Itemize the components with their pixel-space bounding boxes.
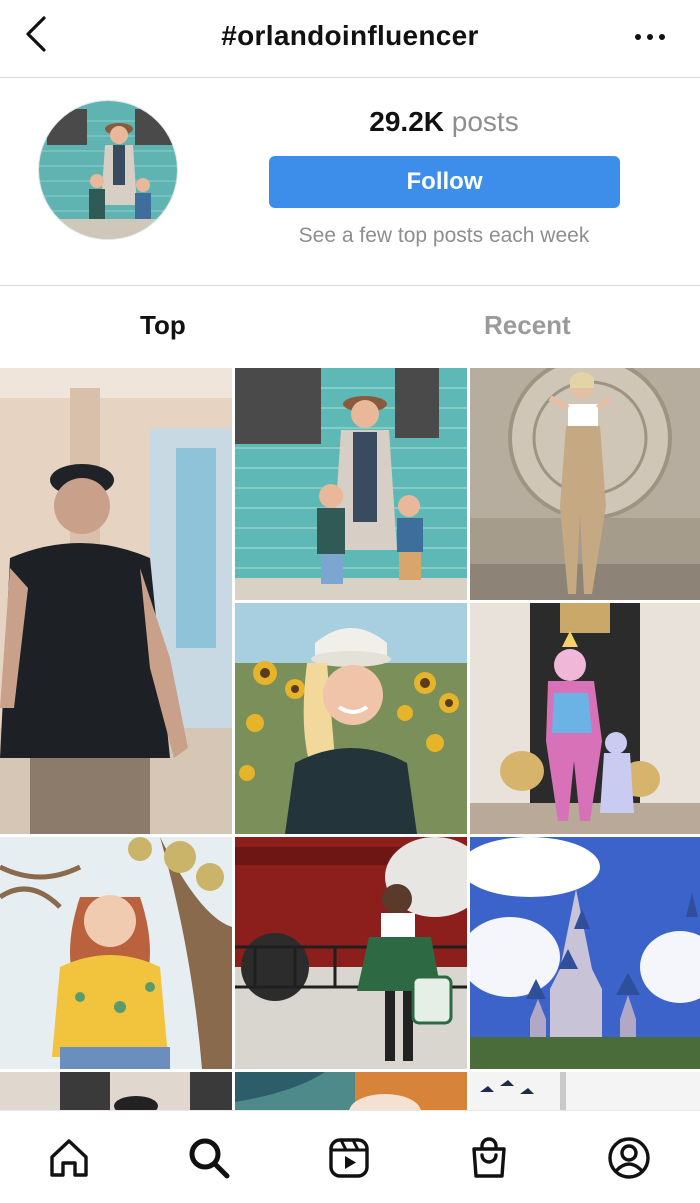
- home-icon: [50, 1139, 88, 1177]
- search-icon: [189, 1138, 230, 1179]
- post-image: [235, 368, 467, 600]
- post-image: [0, 1072, 232, 1110]
- nav-home[interactable]: [46, 1135, 92, 1181]
- nav-reels[interactable]: [326, 1135, 372, 1181]
- top-bar: #orlandoinfluencer: [0, 0, 700, 78]
- profile-icon: [608, 1137, 650, 1179]
- hashtag-profile: 29.2K posts Follow See a few top posts e…: [0, 78, 700, 286]
- tab-recent[interactable]: Recent: [484, 310, 571, 341]
- post-count: 29.2K posts: [268, 106, 620, 138]
- nav-shop[interactable]: [466, 1135, 512, 1181]
- more-options-button[interactable]: [630, 22, 670, 52]
- post-count-unit: posts: [451, 106, 519, 137]
- nav-search[interactable]: [186, 1135, 232, 1181]
- grid-post-9[interactable]: [0, 1072, 232, 1110]
- post-image: [470, 368, 700, 600]
- post-image: [0, 837, 232, 1069]
- shop-icon: [472, 1137, 506, 1178]
- grid-post-5[interactable]: [470, 603, 700, 834]
- follow-note: See a few top posts each week: [298, 224, 590, 247]
- post-image: [470, 1072, 700, 1110]
- reel-icon: [22, 766, 232, 834]
- reels-icon: [329, 1138, 369, 1178]
- page-title: #orlandoinfluencer: [221, 20, 479, 51]
- post-tabs: Top Recent: [0, 286, 700, 366]
- bottom-navigation: [0, 1110, 700, 1203]
- post-image: [470, 837, 700, 1069]
- grid-post-8[interactable]: [470, 837, 700, 1069]
- tab-top[interactable]: Top: [140, 310, 186, 341]
- post-count-value: 29.2K: [369, 106, 444, 137]
- grid-post-2[interactable]: [235, 368, 467, 600]
- grid-post-7[interactable]: [235, 837, 467, 1069]
- post-image: [0, 368, 232, 834]
- follow-button[interactable]: Follow: [269, 156, 620, 208]
- grid-post-10[interactable]: [235, 1072, 467, 1110]
- grid-post-3[interactable]: [470, 368, 700, 600]
- post-image: [235, 603, 467, 834]
- more-horizontal-icon: [635, 34, 665, 40]
- grid-post-1[interactable]: [0, 368, 232, 834]
- nav-profile[interactable]: [606, 1135, 652, 1181]
- post-image: [470, 603, 700, 834]
- hashtag-avatar[interactable]: [38, 100, 178, 240]
- grid-post-11[interactable]: [470, 1072, 700, 1110]
- grid-post-6[interactable]: [0, 837, 232, 1069]
- post-image: [235, 837, 467, 1069]
- grid-post-4[interactable]: [235, 603, 467, 834]
- avatar-image: [39, 101, 177, 239]
- post-image: [235, 1072, 467, 1110]
- post-grid: [0, 368, 700, 1110]
